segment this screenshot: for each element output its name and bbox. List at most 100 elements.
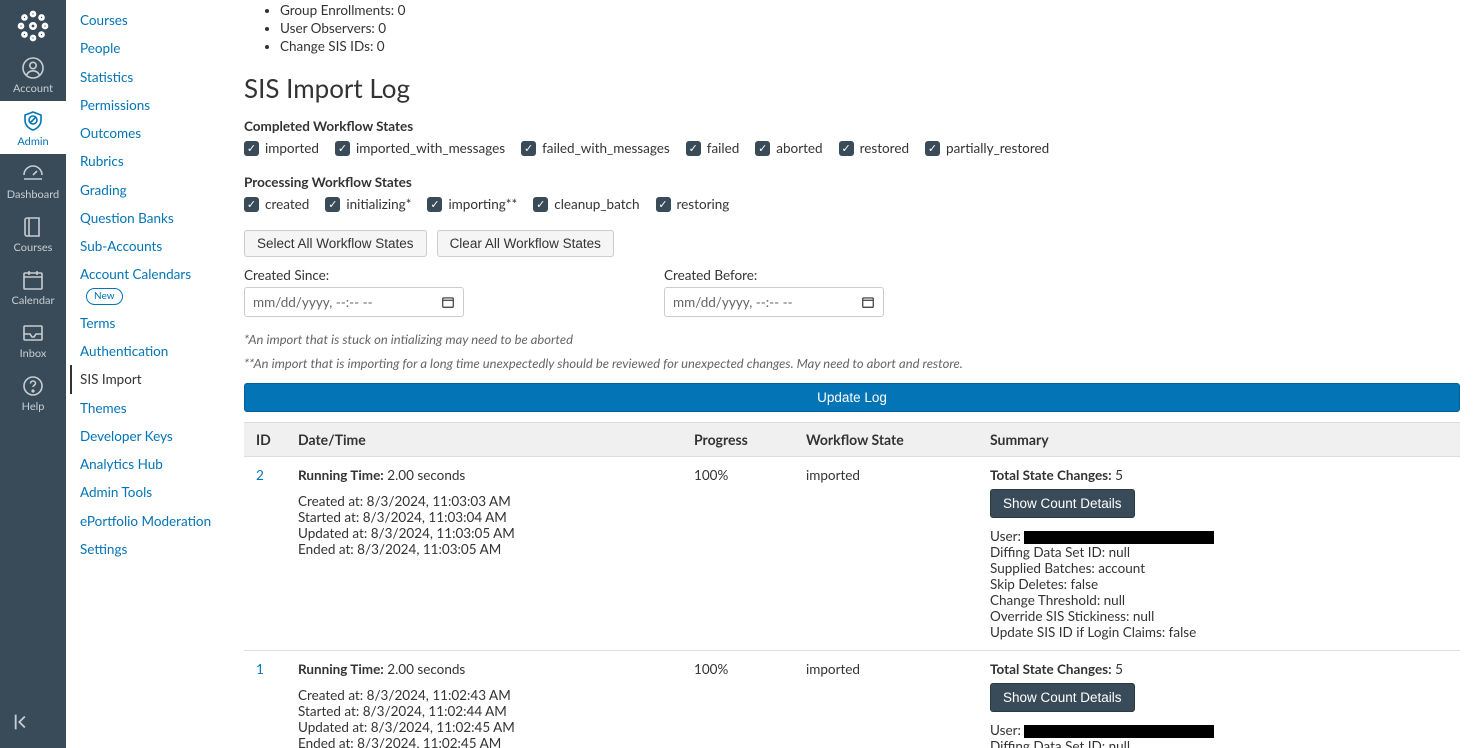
account-side-nav: Courses People Statistics Permissions Ou…: [66, 0, 234, 748]
checkbox-checked-icon: ✓: [427, 197, 442, 212]
sidebar-item-sub-accounts[interactable]: Sub-Accounts: [80, 232, 234, 260]
chk-created[interactable]: ✓created: [244, 196, 309, 212]
bullet-group-enrollments: Group Enrollments: 0: [280, 2, 1460, 18]
sidebar-item-question-banks[interactable]: Question Banks: [80, 204, 234, 232]
checkbox-checked-icon: ✓: [533, 197, 548, 212]
summary-bullets: Group Enrollments: 0 User Observers: 0 C…: [280, 0, 1460, 56]
chk-aborted[interactable]: ✓aborted: [755, 140, 822, 156]
sidebar-item-authentication[interactable]: Authentication: [80, 337, 234, 365]
header-id: ID: [250, 431, 298, 448]
created-since-input[interactable]: mm/dd/yyyy, --:-- --: [244, 287, 464, 317]
log-row-id-link[interactable]: 1: [250, 661, 298, 677]
user-value-redacted: [1024, 725, 1214, 738]
footnote-initializing: *An import that is stuck on intializing …: [244, 331, 1460, 347]
bullet-change-sis-ids: Change SIS IDs: 0: [280, 38, 1460, 54]
nav-account-label: Account: [13, 82, 53, 95]
sidebar-item-grading[interactable]: Grading: [80, 176, 234, 204]
chk-failed-with-messages[interactable]: ✓failed_with_messages: [521, 140, 670, 156]
header-datetime: Date/Time: [298, 431, 694, 448]
sidebar-item-eportfolio[interactable]: ePortfolio Moderation: [80, 507, 234, 535]
chk-partially-restored[interactable]: ✓partially_restored: [925, 140, 1049, 156]
created-before-input[interactable]: mm/dd/yyyy, --:-- --: [664, 287, 884, 317]
show-count-details-button[interactable]: Show Count Details: [990, 683, 1135, 712]
processing-states-label: Processing Workflow States: [244, 174, 1460, 190]
nav-inbox-label: Inbox: [20, 347, 47, 360]
created-at: Created at: 8/3/2024, 11:03:03 AM: [298, 493, 694, 509]
nav-inbox[interactable]: Inbox: [0, 313, 66, 366]
update-log-button[interactable]: Update Log: [244, 383, 1460, 412]
nav-admin[interactable]: Admin: [0, 101, 66, 154]
bullet-user-observers: User Observers: 0: [280, 20, 1460, 36]
log-row: 1 Running Time: 2.00 seconds Created at:…: [244, 651, 1460, 748]
collapse-icon: [12, 711, 34, 733]
nav-dashboard[interactable]: Dashboard: [0, 154, 66, 207]
select-all-button[interactable]: Select All Workflow States: [244, 230, 427, 257]
created-before-label: Created Before:: [664, 267, 1024, 283]
processing-states-row: ✓created ✓initializing* ✓importing** ✓cl…: [244, 196, 1460, 212]
global-nav: Account Admin Dashboard Courses Calendar…: [0, 0, 66, 748]
sidebar-item-statistics[interactable]: Statistics: [80, 63, 234, 91]
nav-calendar-label: Calendar: [12, 294, 55, 307]
nav-calendar[interactable]: Calendar: [0, 260, 66, 313]
sidebar-item-outcomes[interactable]: Outcomes: [80, 119, 234, 147]
created-before-placeholder: mm/dd/yyyy, --:-- --: [673, 294, 793, 310]
sidebar-item-themes[interactable]: Themes: [80, 394, 234, 422]
progress-value: 100%: [694, 661, 806, 677]
sidebar-item-account-calendars[interactable]: Account Calendars New: [80, 260, 234, 309]
header-workflow-state: Workflow State: [806, 431, 990, 448]
checkbox-checked-icon: ✓: [755, 141, 770, 156]
ended-at: Ended at: 8/3/2024, 11:02:45 AM: [298, 735, 694, 748]
nav-help[interactable]: Help: [0, 366, 66, 419]
calendar-icon: [21, 268, 45, 292]
checkbox-checked-icon: ✓: [335, 141, 350, 156]
checkbox-checked-icon: ✓: [244, 141, 259, 156]
user-label: User:: [990, 722, 1021, 738]
main-content: Group Enrollments: 0 User Observers: 0 C…: [234, 0, 1480, 748]
calendar-picker-icon: [441, 295, 455, 309]
created-since-placeholder: mm/dd/yyyy, --:-- --: [253, 294, 373, 310]
workflow-state-value: imported: [806, 467, 990, 483]
workflow-state-value: imported: [806, 661, 990, 677]
chk-imported-with-messages[interactable]: ✓imported_with_messages: [335, 140, 505, 156]
log-table-body[interactable]: 2 Running Time: 2.00 seconds Created at:…: [244, 457, 1460, 748]
checkbox-checked-icon: ✓: [656, 197, 671, 212]
sidebar-item-rubrics[interactable]: Rubrics: [80, 147, 234, 175]
help-icon: [21, 374, 45, 398]
ended-at: Ended at: 8/3/2024, 11:03:05 AM: [298, 541, 694, 557]
chk-importing[interactable]: ✓importing**: [427, 196, 517, 212]
nav-account[interactable]: Account: [0, 48, 66, 101]
user-circle-icon: [21, 56, 45, 80]
checkbox-checked-icon: ✓: [244, 197, 259, 212]
sidebar-item-developer-keys[interactable]: Developer Keys: [80, 422, 234, 450]
sidebar-item-terms[interactable]: Terms: [80, 309, 234, 337]
chk-imported[interactable]: ✓imported: [244, 140, 319, 156]
log-row: 2 Running Time: 2.00 seconds Created at:…: [244, 457, 1460, 651]
nav-courses[interactable]: Courses: [0, 207, 66, 260]
page-title: SIS Import Log: [244, 72, 1460, 104]
checkbox-checked-icon: ✓: [325, 197, 340, 212]
chk-initializing[interactable]: ✓initializing*: [325, 196, 411, 212]
sidebar-item-sis-import[interactable]: SIS Import: [70, 365, 234, 393]
chk-cleanup-batch[interactable]: ✓cleanup_batch: [533, 196, 639, 212]
sidebar-item-analytics-hub[interactable]: Analytics Hub: [80, 450, 234, 478]
sidebar-item-people[interactable]: People: [80, 34, 234, 62]
chk-failed[interactable]: ✓failed: [686, 140, 740, 156]
sidebar-item-permissions[interactable]: Permissions: [80, 91, 234, 119]
sidebar-item-settings[interactable]: Settings: [80, 535, 234, 563]
chk-restoring[interactable]: ✓restoring: [656, 196, 730, 212]
footnote-importing: **An import that is importing for a long…: [244, 355, 1460, 371]
chk-restored[interactable]: ✓restored: [839, 140, 909, 156]
inbox-icon: [21, 321, 45, 345]
created-since-label: Created Since:: [244, 267, 604, 283]
show-count-details-button[interactable]: Show Count Details: [990, 489, 1135, 518]
sidebar-item-label: Account Calendars: [80, 266, 191, 282]
header-summary: Summary: [990, 431, 1454, 448]
nav-dashboard-label: Dashboard: [7, 188, 59, 201]
collapse-nav-button[interactable]: [0, 701, 66, 748]
sidebar-item-admin-tools[interactable]: Admin Tools: [80, 478, 234, 506]
log-row-id-link[interactable]: 2: [250, 467, 298, 483]
log-table-header: ID Date/Time Progress Workflow State Sum…: [244, 422, 1460, 457]
sidebar-item-courses[interactable]: Courses: [80, 6, 234, 34]
header-progress: Progress: [694, 431, 806, 448]
clear-all-button[interactable]: Clear All Workflow States: [437, 230, 614, 257]
